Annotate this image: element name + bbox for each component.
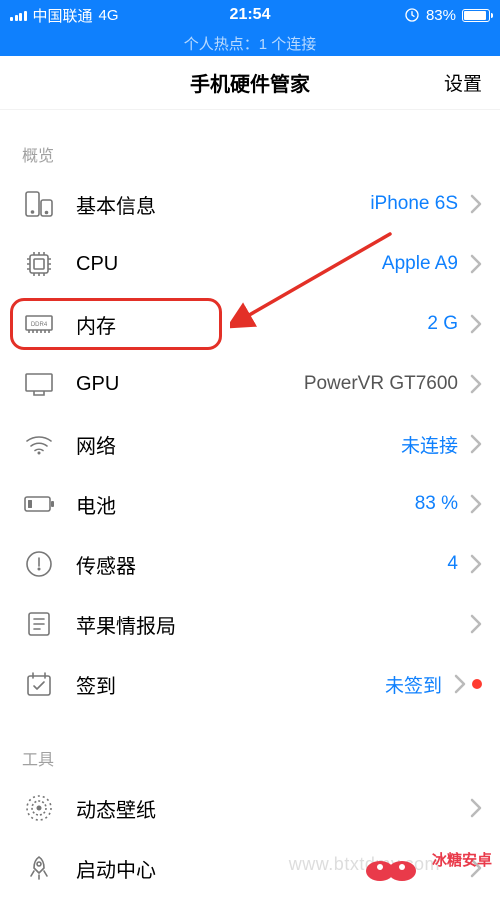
chevron-right-icon xyxy=(470,494,482,514)
gpu-icon xyxy=(22,367,56,401)
chevron-right-icon xyxy=(470,194,482,214)
section-header-overview: 概览 xyxy=(0,110,500,174)
watermark-logo: 冰糖安卓网 xyxy=(362,837,492,883)
row-value: 4 xyxy=(447,553,458,575)
row-label: 电池 xyxy=(76,490,116,519)
rocket-icon xyxy=(22,851,56,885)
row-wallpaper[interactable]: 动态壁纸 xyxy=(0,778,500,838)
settings-button[interactable]: 设置 xyxy=(444,69,482,96)
chevron-right-icon xyxy=(470,374,482,394)
network-label: 4G xyxy=(99,7,119,24)
section-header-tools: 工具 xyxy=(0,714,500,778)
chevron-right-icon xyxy=(470,554,482,574)
checkin-icon xyxy=(22,667,56,701)
cpu-icon xyxy=(22,247,56,281)
wallpaper-icon xyxy=(22,791,56,825)
signal-icon xyxy=(10,9,27,21)
chevron-right-icon xyxy=(470,314,482,334)
row-sensors[interactable]: 传感器 4 xyxy=(0,534,500,594)
status-bar: 中国联通 4G 21:54 83% xyxy=(0,0,500,30)
row-label: 苹果情报局 xyxy=(76,610,176,639)
row-value: 未签到 xyxy=(385,671,442,698)
row-intel[interactable]: 苹果情报局 xyxy=(0,594,500,654)
battery-outline-icon xyxy=(22,487,56,521)
svg-text:冰糖安卓网: 冰糖安卓网 xyxy=(432,851,492,869)
battery-icon xyxy=(462,9,490,22)
row-label: CPU xyxy=(76,253,118,276)
carrier-label: 中国联通 xyxy=(33,5,93,26)
row-label: 网络 xyxy=(76,430,116,459)
hotspot-text: 个人热点：1 个连接 xyxy=(184,33,317,54)
status-right: 83% xyxy=(404,7,490,24)
row-value: 83 % xyxy=(415,493,458,515)
hotspot-bar[interactable]: 个人热点：1 个连接 xyxy=(0,30,500,56)
row-value: 未连接 xyxy=(401,431,458,458)
notification-dot xyxy=(472,679,482,689)
wifi-icon xyxy=(22,427,56,461)
row-gpu[interactable]: GPU PowerVR GT7600 xyxy=(0,354,500,414)
nav-bar: 手机硬件管家 设置 xyxy=(0,56,500,110)
chevron-right-icon xyxy=(470,254,482,274)
row-label: 启动中心 xyxy=(76,854,156,883)
row-value: PowerVR GT7600 xyxy=(304,373,458,395)
row-cpu[interactable]: CPU Apple A9 xyxy=(0,234,500,294)
sensor-icon xyxy=(22,547,56,581)
overview-list: 基本信息 iPhone 6S CPU Apple A9 DDR4 内存 2 G … xyxy=(0,174,500,714)
row-value: Apple A9 xyxy=(382,253,458,275)
row-label: GPU xyxy=(76,373,119,396)
svg-text:DDR4: DDR4 xyxy=(31,322,48,328)
chevron-right-icon xyxy=(470,614,482,634)
row-value: 2 G xyxy=(427,313,458,335)
status-time: 21:54 xyxy=(230,6,271,24)
row-label: 签到 xyxy=(76,670,116,699)
row-label: 基本信息 xyxy=(76,190,156,219)
row-label: 传感器 xyxy=(76,550,136,579)
chevron-right-icon xyxy=(454,674,466,694)
rotation-lock-icon xyxy=(404,7,420,23)
chevron-right-icon xyxy=(470,434,482,454)
row-label: 动态壁纸 xyxy=(76,794,156,823)
row-network[interactable]: 网络 未连接 xyxy=(0,414,500,474)
row-memory[interactable]: DDR4 内存 2 G xyxy=(0,294,500,354)
row-label: 内存 xyxy=(76,310,116,339)
memory-icon: DDR4 xyxy=(22,307,56,341)
news-icon xyxy=(22,607,56,641)
row-value: iPhone 6S xyxy=(370,193,458,215)
row-basic-info[interactable]: 基本信息 iPhone 6S xyxy=(0,174,500,234)
row-battery[interactable]: 电池 83 % xyxy=(0,474,500,534)
battery-percent-label: 83% xyxy=(426,7,456,24)
chevron-right-icon xyxy=(470,798,482,818)
phone-tablet-icon xyxy=(22,187,56,221)
page-title: 手机硬件管家 xyxy=(190,68,310,97)
status-left: 中国联通 4G xyxy=(10,5,119,26)
row-checkin[interactable]: 签到 未签到 xyxy=(0,654,500,714)
